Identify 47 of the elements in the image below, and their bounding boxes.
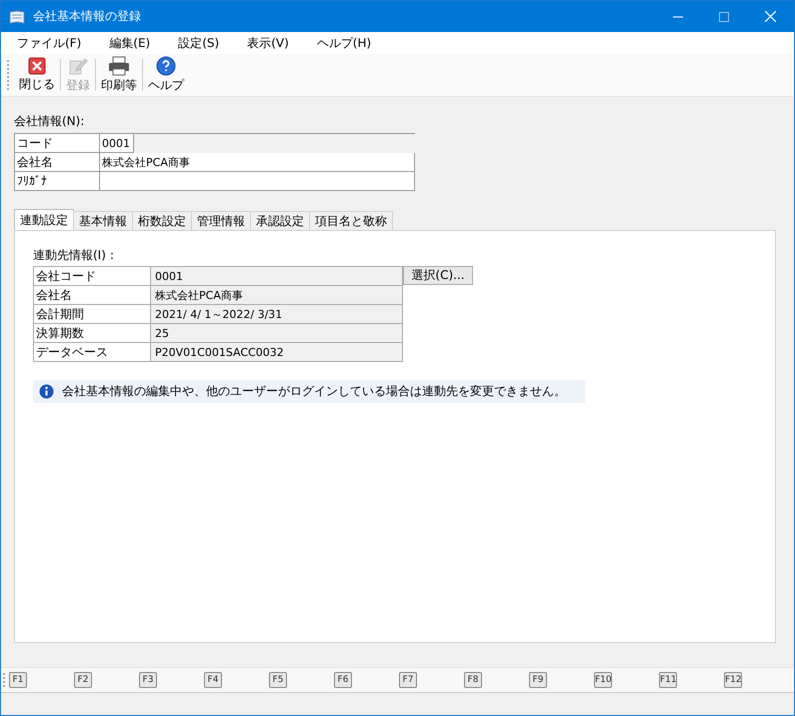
window-title: 会社基本情報の登録 — [33, 8, 141, 25]
menu-item[interactable]: 編集(E) — [101, 34, 158, 52]
readonly-field: 25 — [151, 324, 403, 343]
close-icon — [28, 57, 46, 75]
tab[interactable]: 管理情報 — [191, 211, 251, 230]
toolbar-button[interactable]: 閉じる — [17, 57, 57, 93]
section-label: 会社情報(N): — [14, 113, 86, 130]
code-field[interactable]: 0001 — [100, 134, 134, 153]
tab[interactable]: 連動設定 — [14, 209, 74, 230]
function-key[interactable]: F11 — [659, 672, 677, 688]
function-key[interactable]: F3 — [139, 672, 157, 688]
readonly-field: P20V01C001SACC0032 — [151, 343, 403, 362]
readonly-field: 株式会社PCA商事 — [151, 286, 403, 305]
function-key[interactable]: F10 — [594, 672, 612, 688]
menu-item[interactable]: 設定(S) — [170, 34, 228, 52]
close-icon[interactable] — [765, 11, 776, 22]
info-icon — [39, 384, 54, 399]
tab[interactable]: 承認設定 — [250, 211, 310, 230]
text-field[interactable]: 株式会社PCA商事 — [100, 153, 415, 172]
toolbar-button[interactable]: 印刷等 — [99, 56, 139, 94]
menu-item[interactable]: 表示(V) — [239, 34, 297, 52]
function-key[interactable]: F2 — [74, 672, 92, 688]
tab[interactable]: 項目名と敬称 — [309, 211, 393, 230]
function-key[interactable]: F1 — [9, 672, 27, 688]
function-key[interactable]: F7 — [399, 672, 417, 688]
field-label: 会社名 — [15, 153, 100, 172]
function-key[interactable]: F9 — [529, 672, 547, 688]
field-label: ﾌﾘｶﾞﾅ — [15, 172, 100, 191]
function-key[interactable]: F8 — [464, 672, 482, 688]
menu-item[interactable]: ヘルプ(H) — [308, 34, 380, 52]
field-label: コード — [15, 134, 100, 153]
select-button[interactable]: 選択(C)... — [403, 266, 473, 285]
tab[interactable]: 桁数設定 — [132, 211, 192, 230]
toolbar-button[interactable]: ヘルプ — [146, 56, 186, 94]
maximize-icon[interactable] — [719, 12, 729, 22]
menu-item[interactable]: ファイル(F) — [9, 34, 90, 52]
function-key[interactable]: F4 — [204, 672, 222, 688]
info-message: 会社基本情報の編集中や、他のユーザーがログインしている場合は連動先を変更できません。 — [62, 383, 566, 400]
readonly-field: 2021/ 4/ 1～2022/ 3/31 — [151, 305, 403, 324]
section-label: 連動先情報(I)： — [33, 247, 119, 264]
tab[interactable]: 基本情報 — [73, 211, 133, 230]
function-key[interactable]: F6 — [334, 672, 352, 688]
function-key[interactable]: F5 — [269, 672, 287, 688]
function-key[interactable]: F12 — [724, 672, 742, 688]
readonly-field: 0001 — [151, 267, 403, 286]
text-field[interactable] — [100, 172, 415, 191]
window-icon — [9, 10, 25, 24]
